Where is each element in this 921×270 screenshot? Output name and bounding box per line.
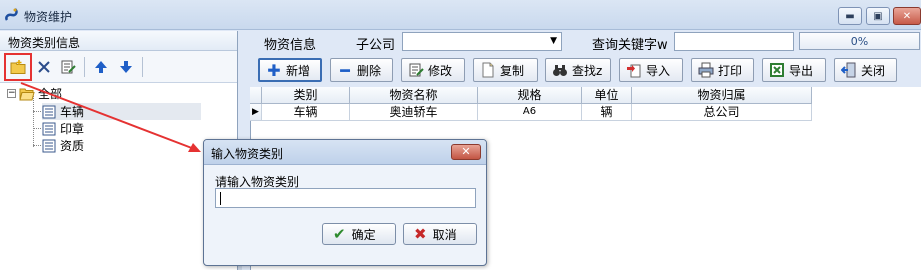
close-button[interactable]: 关闭 (834, 58, 897, 82)
table-cell[interactable]: A6 (478, 104, 582, 121)
edit-icon (408, 62, 424, 78)
window-titlebar: 物资维护 ▬ ▣ ✕ (0, 0, 921, 30)
table-row[interactable]: ▶ 车辆 奥迪轿车 A6 辆 总公司 (250, 104, 814, 121)
keyword-label: 查询关键字w (592, 38, 668, 53)
material-grid: 类别 物资名称 规格 单位 物资归属 ▶ 车辆 奥迪轿车 A6 辆 总公司 (250, 87, 814, 121)
close-icon: ✕ (902, 10, 912, 22)
collapse-icon[interactable]: − (7, 89, 16, 98)
edit-icon (61, 60, 76, 74)
ok-button[interactable]: ✔ 确定 (322, 223, 396, 245)
minimize-icon: ▬ (845, 10, 855, 22)
keyword-input[interactable] (674, 32, 794, 51)
tree-node-qualification[interactable]: 资质 (42, 137, 84, 154)
checkmark-icon: ✔ (333, 225, 346, 243)
toolbar-separator (84, 57, 85, 77)
table-cell[interactable]: 总公司 (632, 104, 812, 121)
progress-bar: 0% (799, 32, 920, 50)
column-header[interactable]: 物资归属 (632, 87, 812, 104)
current-row-icon: ▶ (250, 104, 262, 121)
action-toolbar: ✚ 新增 ━ 删除 修改 复制 查找z 导入 打印 导出 关闭 (242, 55, 921, 85)
window-title: 物资维护 (24, 10, 73, 24)
close-icon: ✕ (461, 145, 471, 158)
text-caret (220, 192, 221, 205)
printer-icon (698, 62, 714, 78)
column-header[interactable]: 类别 (262, 87, 350, 104)
delete-button[interactable]: ━ 删除 (330, 58, 393, 82)
copy-button[interactable]: 复制 (473, 58, 538, 82)
folder-open-icon (19, 88, 35, 100)
restore-icon: ▣ (873, 10, 883, 22)
print-button[interactable]: 打印 (691, 58, 754, 82)
tree-node-label: 印章 (60, 122, 85, 136)
tree-node-label: 车辆 (60, 105, 85, 119)
category-toolbar (0, 51, 237, 83)
tree-node-label: 全部 (38, 87, 63, 101)
document-icon (42, 139, 56, 152)
move-up-button[interactable] (91, 57, 111, 77)
column-header[interactable]: 单位 (582, 87, 632, 104)
minimize-button[interactable]: ▬ (838, 7, 862, 25)
company-label: 子公司 (356, 38, 396, 53)
category-name-input[interactable] (215, 188, 476, 208)
section-label: 物资信息 (264, 38, 317, 53)
table-cell[interactable]: 车辆 (262, 104, 350, 121)
add-category-button[interactable] (4, 53, 32, 81)
excel-icon (769, 62, 785, 78)
company-select[interactable]: ▼ (402, 32, 562, 51)
cross-icon: ✖ (414, 225, 427, 243)
edit-category-button[interactable] (58, 57, 78, 77)
column-header[interactable]: 规格 (478, 87, 582, 104)
dialog-titlebar: 输入物资类别 ✕ (204, 140, 486, 165)
dialog-title: 输入物资类别 (211, 147, 284, 161)
column-header[interactable]: 物资名称 (350, 87, 478, 104)
arrow-up-icon (95, 61, 107, 73)
dialog-close-button[interactable]: ✕ (451, 144, 481, 160)
tree-node-root[interactable]: − 全部 (7, 85, 62, 102)
document-icon (42, 105, 56, 118)
move-down-button[interactable] (116, 57, 136, 77)
plus-icon: ✚ (267, 60, 281, 80)
export-button[interactable]: 导出 (762, 58, 826, 82)
grid-header-row: 类别 物资名称 规格 单位 物资归属 (250, 87, 814, 104)
exit-door-icon (841, 62, 857, 78)
tree-node-label: 资质 (60, 139, 85, 153)
binoculars-icon (552, 62, 568, 78)
table-cell[interactable]: 奥迪轿车 (350, 104, 478, 121)
add-button[interactable]: ✚ 新增 (258, 58, 322, 82)
table-cell[interactable]: 辆 (582, 104, 632, 121)
restore-button[interactable]: ▣ (866, 7, 890, 25)
folder-add-icon (10, 60, 26, 74)
tree-node-vehicle[interactable]: 车辆 (42, 103, 201, 120)
minus-icon: ━ (340, 60, 350, 80)
arrow-down-icon (120, 61, 132, 73)
filter-bar: 物资信息 子公司 ▼ 查询关键字w 0% (242, 31, 921, 53)
category-panel-title: 物资类别信息 (0, 31, 237, 51)
app-logo-icon (5, 8, 18, 21)
progress-text: 0% (850, 34, 869, 48)
close-window-button[interactable]: ✕ (893, 7, 921, 25)
copy-icon (480, 62, 496, 78)
category-tree: − 全部 车辆 印章 资质 (0, 83, 237, 153)
delete-category-button[interactable] (34, 57, 54, 77)
edit-button[interactable]: 修改 (401, 58, 465, 82)
delete-icon (38, 61, 50, 73)
input-category-dialog: 输入物资类别 ✕ 请输入物资类别 ✔ 确定 ✖ 取消 (203, 139, 487, 266)
cancel-button[interactable]: ✖ 取消 (403, 223, 477, 245)
dropdown-arrow-icon: ▼ (550, 36, 557, 46)
tree-node-seal[interactable]: 印章 (42, 120, 84, 137)
import-button[interactable]: 导入 (619, 58, 683, 82)
toolbar-separator (142, 57, 143, 77)
find-button[interactable]: 查找z (545, 58, 611, 82)
row-indicator-header (250, 87, 262, 104)
import-icon (626, 62, 642, 78)
document-icon (42, 122, 56, 135)
